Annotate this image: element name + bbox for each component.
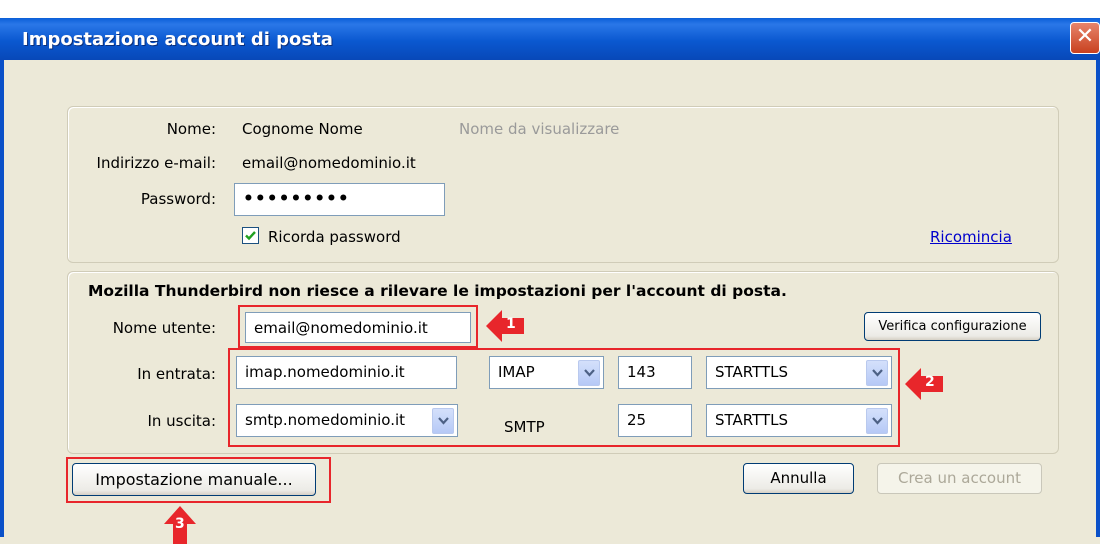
outgoing-protocol: SMTP (504, 418, 545, 436)
restart-link[interactable]: Ricomincia (930, 228, 1012, 246)
incoming-label: In entrata: (137, 365, 216, 383)
outgoing-label: In uscita: (147, 412, 216, 430)
incoming-port-input[interactable]: 143 (618, 356, 692, 389)
close-button[interactable]: ✕ (1070, 22, 1100, 54)
outgoing-port-input[interactable]: 25 (618, 404, 692, 437)
incoming-server-input[interactable]: imap.nomedominio.it (236, 356, 457, 389)
name-hint: Nome da visualizzare (459, 120, 620, 138)
marker-1-number: 1 (506, 316, 516, 332)
close-icon: ✕ (1075, 24, 1095, 49)
password-label: Password: (140, 190, 216, 208)
incoming-protocol-value: IMAP (498, 363, 535, 381)
name-label: Nome: (166, 120, 216, 138)
window-frame-right (1096, 60, 1100, 537)
cancel-button[interactable]: Annulla (743, 463, 854, 494)
email-label: Indirizzo e-mail: (96, 154, 216, 172)
marker-3-number: 3 (175, 516, 185, 532)
create-account-button[interactable]: Crea un account (877, 463, 1042, 494)
remember-password-label[interactable]: Ricorda password (268, 228, 401, 246)
verify-config-button[interactable]: Verifica configurazione (864, 312, 1041, 341)
password-input[interactable]: ••••••••• (234, 183, 445, 216)
incoming-protocol-select[interactable]: IMAP (489, 356, 604, 389)
outgoing-security-value: STARTTLS (715, 411, 789, 429)
chevron-down-icon[interactable] (866, 408, 888, 434)
detection-message: Mozilla Thunderbird non riesce a rilevar… (88, 282, 787, 300)
outgoing-security-select[interactable]: STARTTLS (706, 404, 892, 437)
window-frame-left (0, 60, 4, 537)
username-input[interactable]: email@nomedominio.it (245, 312, 471, 343)
outgoing-server-value: smtp.nomedominio.it (245, 411, 406, 429)
remember-password-checkbox[interactable] (242, 227, 259, 244)
chevron-down-icon[interactable] (578, 360, 600, 386)
chevron-down-icon[interactable] (432, 408, 454, 434)
incoming-security-value: STARTTLS (715, 363, 789, 381)
outgoing-server-select[interactable]: smtp.nomedominio.it (236, 404, 458, 437)
background-window-strip (0, 0, 1100, 18)
incoming-security-select[interactable]: STARTTLS (706, 356, 892, 389)
manual-setup-button[interactable]: Impostazione manuale... (72, 463, 316, 496)
name-value: Cognome Nome (242, 120, 363, 138)
checkmark-icon (245, 231, 256, 241)
username-label: Nome utente: (112, 319, 216, 337)
window-title: Impostazione account di posta (22, 29, 333, 50)
email-value: email@nomedominio.it (242, 154, 416, 172)
chevron-down-icon[interactable] (866, 360, 888, 386)
marker-2-number: 2 (925, 374, 935, 390)
